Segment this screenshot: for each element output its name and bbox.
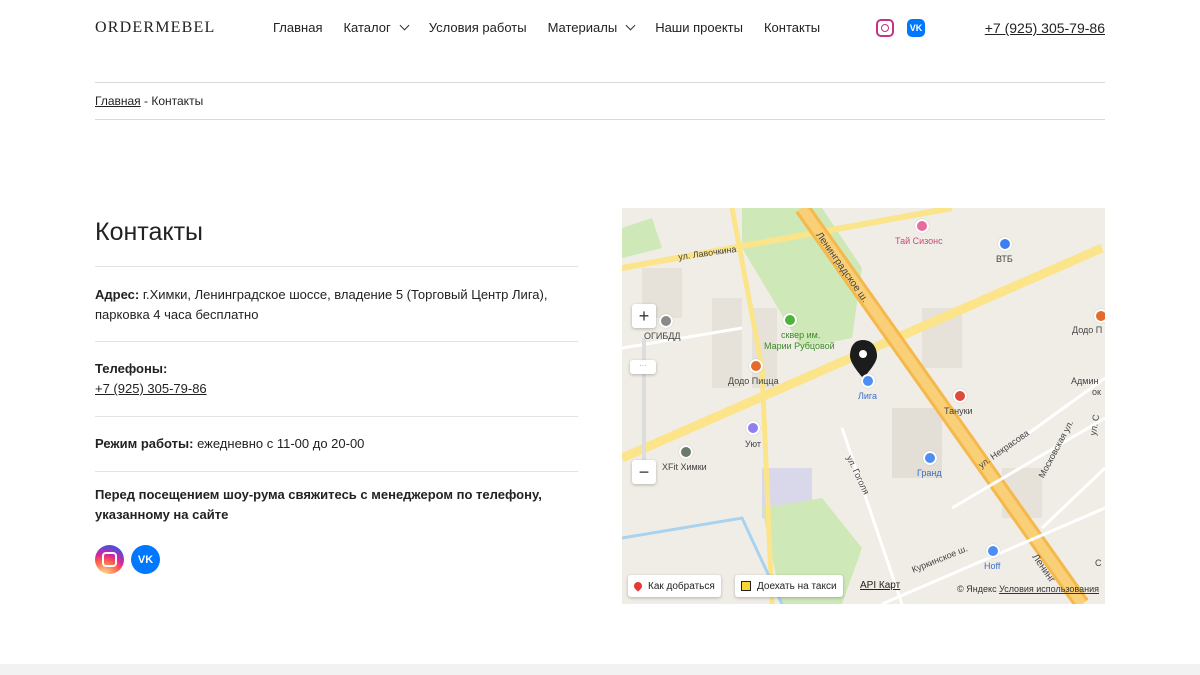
vk-icon-text: VK: [137, 553, 154, 566]
vk-icon[interactable]: VK: [907, 19, 925, 37]
divider: [95, 416, 578, 417]
poi-tanuki-icon[interactable]: [953, 389, 967, 403]
hours-value: ежедневно с 11-00 до 20-00: [193, 436, 365, 451]
map-terms-link[interactable]: Условия использования: [999, 584, 1099, 594]
zoom-in-button[interactable]: +: [632, 304, 656, 328]
breadcrumb-separator: -: [140, 94, 152, 108]
poi-dodo-icon[interactable]: [749, 359, 763, 373]
nav-label: Контакты: [763, 20, 821, 35]
chevron-down-icon: [399, 20, 410, 31]
poi-tanuki-label: Тануки: [944, 406, 973, 416]
breadcrumb-current: Контакты: [151, 94, 204, 108]
nav-item-contacts[interactable]: Контакты: [764, 20, 820, 35]
breadcrumb-divider-bottom: [95, 119, 1105, 120]
main-nav: Главная Каталог Условия работы Материалы…: [273, 20, 841, 35]
phones-block: Телефоны: +7 (925) 305-79-86: [95, 359, 578, 399]
vk-icon-text: VK: [909, 23, 923, 33]
contact-phone-link[interactable]: +7 (925) 305-79-86: [95, 381, 207, 396]
route-button[interactable]: Как добраться: [628, 575, 721, 597]
address-block: Адрес: г.Химки, Ленинградское шоссе, вла…: [95, 285, 578, 325]
nav-item-materials[interactable]: Материалы: [547, 20, 636, 35]
poi-dodo-right-label: Додо П: [1072, 325, 1103, 335]
route-button-label: Как добраться: [648, 580, 715, 592]
hours-label: Режим работы:: [95, 436, 194, 451]
nav-item-home[interactable]: Главная: [273, 20, 322, 35]
poi-tai-icon[interactable]: [915, 219, 929, 233]
nav-label: Материалы: [547, 20, 618, 35]
poi-park-label-line1: сквер им.: [781, 330, 821, 340]
poi-uyut-label: Уют: [745, 439, 761, 449]
divider: [95, 341, 578, 342]
map-label-c-right: С: [1095, 558, 1102, 568]
zoom-slider-track[interactable]: [642, 338, 646, 462]
visit-notice: Перед посещением шоу-рума свяжитесь с ме…: [95, 487, 542, 522]
taxi-button-label: Доехать на такси: [757, 580, 837, 592]
address-label: Адрес:: [95, 287, 140, 302]
site-header: ORDERMEBEL Главная Каталог Условия работ…: [0, 0, 1200, 56]
poi-tai-label: Тай Сизонс: [895, 236, 943, 246]
poi-uyut-icon[interactable]: [746, 421, 760, 435]
breadcrumb-divider-top: [95, 82, 1105, 83]
poi-grand-label: Гранд: [917, 468, 942, 478]
api-maps-link[interactable]: API Карт: [860, 580, 900, 591]
poi-admin-label-line2: ок: [1092, 387, 1101, 397]
poi-park-label-line2: Марии Рубцовой: [764, 341, 835, 351]
poi-vtb-icon[interactable]: [998, 237, 1012, 251]
page-title: Контакты: [95, 218, 203, 246]
location-pin-icon: [632, 580, 644, 592]
address-value: г.Химки, Ленинградское шоссе, владение 5…: [95, 287, 548, 322]
map-attribution: © Яндекс Условия использования: [957, 584, 1099, 594]
page-footer-strip: [0, 664, 1200, 675]
nav-item-terms[interactable]: Условия работы: [429, 20, 527, 35]
poi-admin-label-line1: Админ: [1071, 376, 1099, 386]
poi-ogibdd-label: ОГИБДД: [644, 331, 681, 341]
nav-item-projects[interactable]: Наши проекты: [655, 20, 743, 35]
instagram-icon[interactable]: [95, 545, 124, 574]
taxi-icon: [741, 581, 751, 591]
map-canvas: [622, 208, 1105, 604]
breadcrumb: Главная - Контакты: [95, 94, 203, 108]
phones-label: Телефоны:: [95, 361, 168, 376]
zoom-slider-handle[interactable]: ···: [630, 360, 656, 374]
yandex-map[interactable]: + ··· − Тай Сизонс ВТБ Додо П ОГИБДД скв…: [622, 208, 1105, 604]
poi-vtb-label: ВТБ: [996, 254, 1013, 264]
poi-xfit-label: XFit Химки: [662, 462, 707, 472]
divider: [95, 266, 578, 267]
poi-park-icon[interactable]: [783, 313, 797, 327]
poi-liga-icon[interactable]: [861, 374, 875, 388]
nav-item-catalog[interactable]: Каталог: [343, 20, 410, 35]
poi-dodo-label: Додо Пицца: [728, 376, 779, 386]
poi-grand-icon[interactable]: [923, 451, 937, 465]
poi-dodo-right-icon[interactable]: [1094, 309, 1105, 323]
nav-label: Каталог: [343, 20, 391, 35]
poi-hoff-icon[interactable]: [986, 544, 1000, 558]
instagram-icon[interactable]: [876, 19, 894, 37]
poi-liga-label: Лига: [858, 391, 878, 401]
nav-label: Главная: [273, 20, 323, 35]
zoom-out-button[interactable]: −: [632, 460, 656, 484]
hours-block: Режим работы: ежедневно с 11-00 до 20-00: [95, 434, 578, 454]
poi-xfit-icon[interactable]: [679, 445, 693, 459]
nav-label: Условия работы: [428, 20, 527, 35]
poi-hoff-label: Hoff: [984, 561, 1001, 571]
divider: [95, 471, 578, 472]
taxi-button[interactable]: Доехать на такси: [735, 575, 843, 597]
header-phone-link[interactable]: +7 (925) 305-79-86: [985, 20, 1105, 36]
map-copyright: © Яндекс: [957, 584, 997, 594]
nav-label: Наши проекты: [655, 20, 743, 35]
breadcrumb-home-link[interactable]: Главная: [95, 94, 141, 108]
vk-icon[interactable]: VK: [131, 545, 160, 574]
chevron-down-icon: [625, 20, 636, 31]
site-logo[interactable]: ORDERMEBEL: [95, 19, 215, 37]
poi-ogibdd-icon[interactable]: [659, 314, 673, 328]
